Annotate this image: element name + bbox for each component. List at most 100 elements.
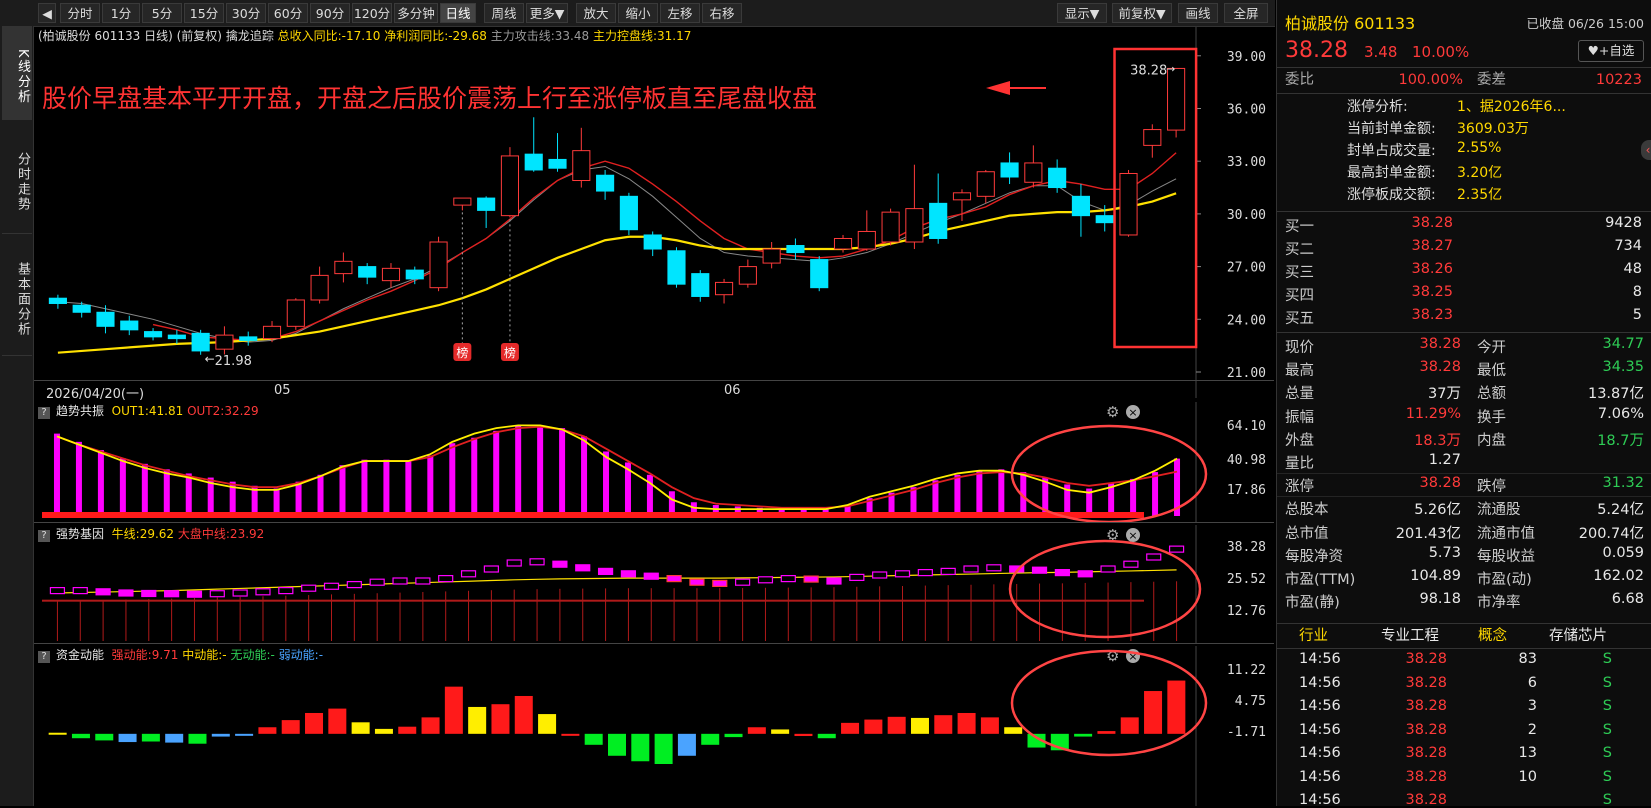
quote-value: 5.26亿 (1414, 502, 1461, 519)
quote-value: 1.27 (1428, 452, 1461, 468)
quote-label: 振幅 (1285, 409, 1314, 426)
toolbar-right-button-3[interactable]: 全屏 (1224, 3, 1268, 23)
candle (952, 192, 972, 201)
market-status: 已收盘 06/26 15:00 (1526, 16, 1645, 31)
period-button-13[interactable]: 缩小 (618, 3, 658, 23)
period-button-4[interactable]: 30分 (226, 3, 266, 23)
indicator3-bar (514, 695, 533, 734)
candle (429, 241, 448, 289)
indicator2-block (460, 570, 477, 578)
indicator2-block (346, 580, 362, 589)
indicator-trend-chart[interactable]: 64.10 40.98 17.86 ⚙ × (34, 402, 1274, 522)
quote-label: 每股净资 (1285, 548, 1343, 565)
period-button-11[interactable]: 更多▼ (526, 3, 568, 23)
candle (667, 250, 686, 285)
quote-label: 外盘 (1285, 432, 1314, 449)
indicator3-bar (421, 717, 440, 734)
indicator2-block (666, 574, 682, 583)
period-button-15[interactable]: 右移 (702, 3, 742, 23)
toolbar-right-button-0[interactable]: 显示▼ (1057, 3, 1107, 23)
period-button-2[interactable]: 5分 (142, 3, 182, 23)
indicator3-bar (71, 733, 90, 739)
quote-label: 流通股 (1477, 502, 1521, 519)
quote-value: 104.89 (1410, 568, 1461, 584)
indicator3-bar (980, 717, 999, 734)
tick-side: S (1602, 745, 1612, 761)
period-button-10[interactable]: 周线 (484, 3, 524, 23)
quote-label: 市净率 (1477, 595, 1521, 612)
indicator-capital-chart[interactable]: 11.224.75-1.71⚙ × (34, 646, 1274, 806)
indicator2-block (415, 577, 431, 585)
candle (310, 274, 329, 301)
indicator-tick-label: 38.28 (1227, 540, 1266, 555)
collapse-panel-icon[interactable]: ‹ (1641, 140, 1651, 160)
indicator1-bar (998, 469, 1005, 516)
toolbar-right-button-1[interactable]: 前复权▼ (1112, 3, 1172, 23)
bid-level: 买二 (1285, 242, 1314, 258)
period-button-5[interactable]: 60分 (268, 3, 308, 23)
add-watchlist-button[interactable]: ♥+自选 (1578, 40, 1644, 62)
period-button-12[interactable]: 放大 (576, 3, 616, 23)
indicator2-block (803, 575, 819, 583)
candle (215, 334, 234, 350)
quote-value: 11.29% (1405, 405, 1461, 422)
quote-label: 市盈(静) (1285, 595, 1340, 612)
indicator2-block (872, 571, 888, 579)
indicator1-bar (185, 473, 192, 516)
left-tab-1[interactable]: 分时走势 (2, 122, 32, 234)
period-button-9[interactable]: 日线 (440, 3, 476, 23)
period-button-1[interactable]: 1分 (102, 3, 140, 23)
indicator3-bar (188, 733, 207, 744)
collapse-icon[interactable]: ◀ (38, 3, 56, 23)
tick-price: 38.28 (1405, 651, 1447, 667)
limit-label: 当前封单金额: (1347, 121, 1436, 137)
candle (929, 202, 948, 239)
period-button-14[interactable]: 左移 (660, 3, 700, 23)
indicator-tick-label: 4.75 (1235, 694, 1266, 709)
period-button-6[interactable]: 90分 (310, 3, 350, 23)
indicator2-block (232, 589, 248, 597)
quote-label: 总额 (1477, 386, 1506, 403)
indicator2-block (1123, 560, 1139, 568)
bid-volume: 9428 (1605, 215, 1642, 231)
indicator2-block (369, 578, 385, 586)
quote-value: 38.28 (1419, 475, 1461, 492)
quote-value: 37万 (1428, 386, 1461, 403)
indicator3-bar (771, 729, 790, 734)
indicator2-block (575, 564, 591, 572)
bid-price: 38.25 (1411, 284, 1453, 300)
bid-book: 买一 38.28 9428 买二 38.27 734 买三 38.26 48 买四 38.25 8 买五… (1277, 212, 1651, 332)
candle (120, 320, 139, 331)
period-button-3[interactable]: 15分 (184, 3, 224, 23)
indicator-tick-label: 40.98 (1227, 453, 1266, 468)
indicator3-bar (841, 722, 860, 734)
candle (1000, 162, 1019, 178)
gear-icon[interactable]: ⚙ (1106, 403, 1119, 421)
indicator3-bar (328, 708, 347, 734)
indicator2-block (323, 582, 340, 590)
indicator1-bar (75, 441, 82, 516)
indicator3-bar (934, 715, 953, 734)
indicator-strength-chart[interactable]: 38.2825.5212.76⚙ × (34, 525, 1274, 643)
date-axis: 2026/04/20(一) 05 06 (34, 380, 1274, 403)
indicator2-block (506, 559, 522, 567)
period-button-0[interactable]: 分时 (60, 3, 100, 23)
candle (643, 234, 662, 250)
period-button-7[interactable]: 120分 (352, 3, 392, 23)
quote-value: 38.28 (1419, 359, 1461, 376)
quote-value: 13.87亿 (1587, 386, 1644, 403)
left-tab-2[interactable]: 基本面分析 (2, 236, 32, 356)
toolbar-right-button-2[interactable]: 画线 (1178, 3, 1218, 23)
indicator3-bar (887, 716, 906, 734)
tick-price: 38.28 (1405, 745, 1447, 761)
tick-list: 14:56 38.28 83 S 14:56 38.28 6 S 14:56 38.28 3 S 14:… (1277, 649, 1651, 808)
indicator3-bar (258, 727, 277, 734)
date-label: 05 (274, 383, 291, 398)
gear-icon[interactable]: ⚙ (1106, 647, 1119, 665)
high-price-label: 38.28 (1130, 63, 1167, 78)
indicator1-bar (405, 461, 412, 516)
quote-label: 最高 (1285, 363, 1314, 380)
indicator2-block (1077, 570, 1093, 578)
left-tab-0[interactable]: K线分析 (2, 26, 32, 120)
period-button-8[interactable]: 多分钟 (394, 3, 438, 23)
